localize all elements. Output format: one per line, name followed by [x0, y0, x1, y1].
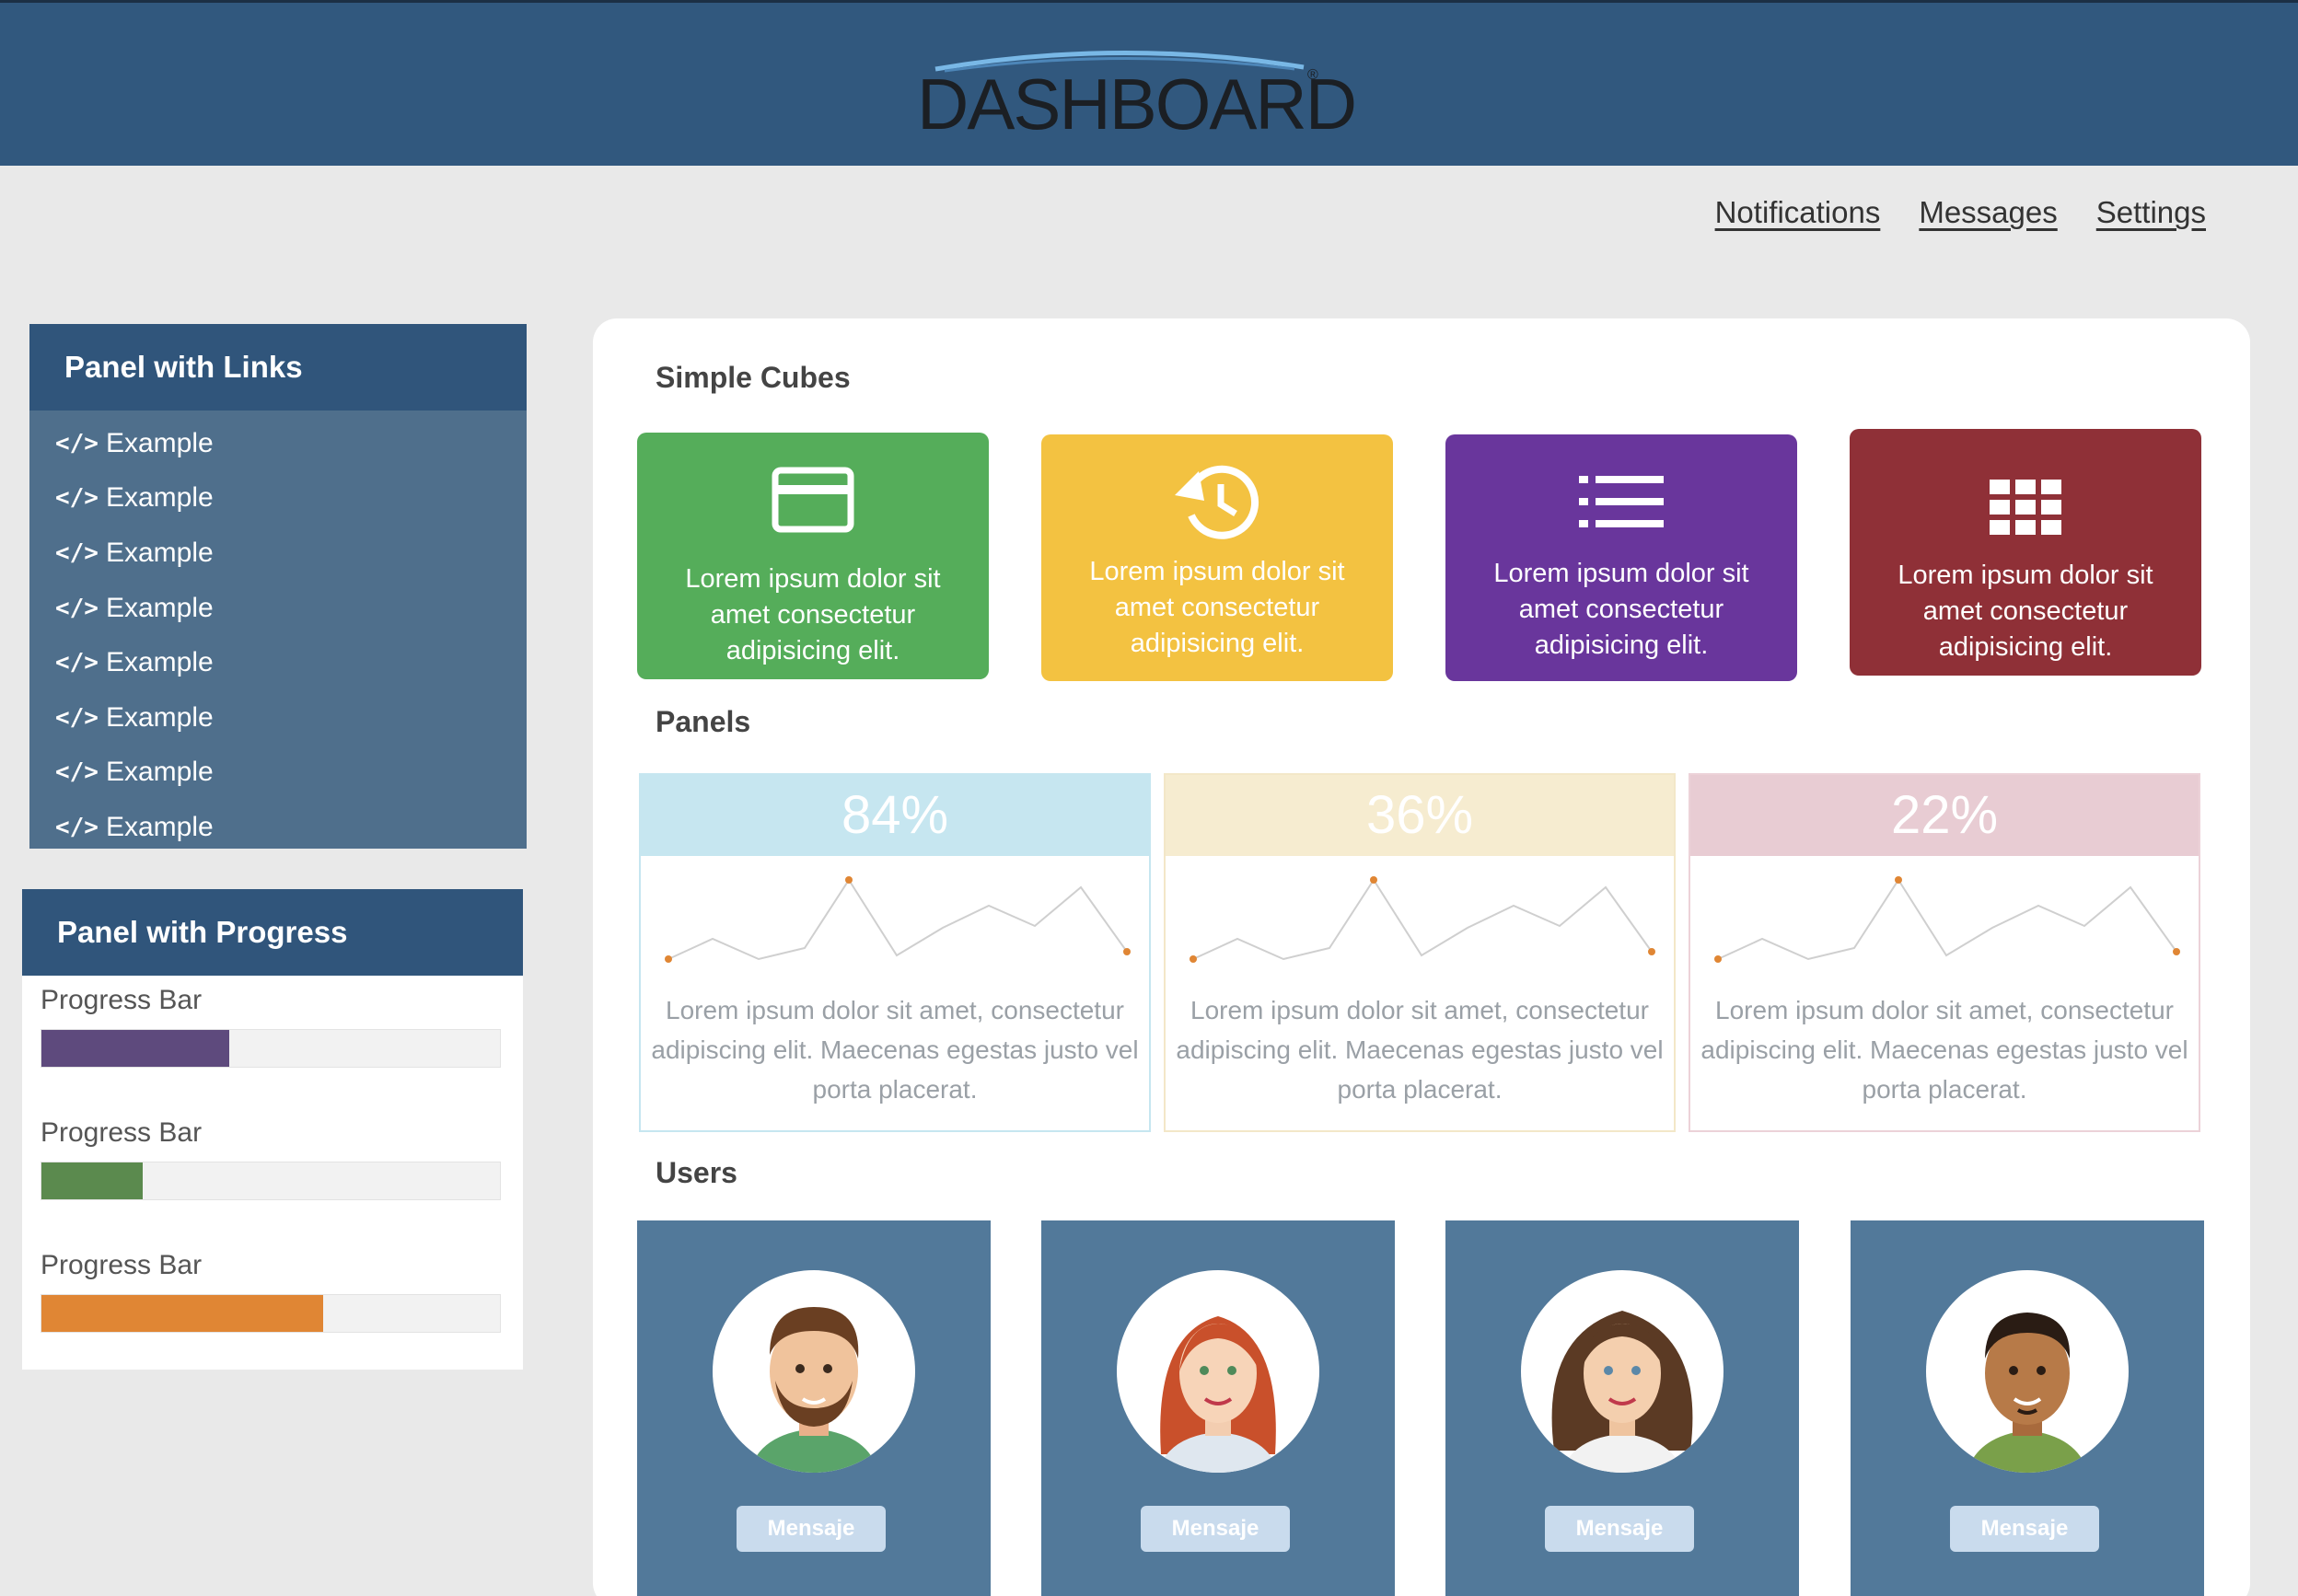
woman-redhair-avatar[interactable] — [1117, 1270, 1319, 1473]
panel-link-item[interactable]: </> Example — [29, 581, 527, 636]
cube-card[interactable]: Lorem ipsum dolor sit amet consectetur a… — [1041, 434, 1393, 681]
cube-text: Lorem ipsum dolor sit amet consectetur a… — [685, 564, 941, 665]
logo-text: DASHBOARD — [917, 64, 1357, 145]
code-icon: </> — [55, 594, 99, 622]
progress-track — [41, 1029, 501, 1068]
stat-panel-text: Lorem ipsum dolor sit amet, consectetur … — [1176, 996, 1664, 1104]
panel-link-label: Example — [105, 701, 214, 733]
progress-fill — [41, 1030, 230, 1067]
code-icon: </> — [55, 538, 99, 567]
panel-link-label: Example — [105, 482, 214, 514]
stat-panel-value: 84% — [641, 775, 1149, 856]
code-icon: </> — [55, 703, 99, 732]
stat-panel-text: Lorem ipsum dolor sit amet, consectetur … — [1700, 996, 2188, 1104]
dashboard-logo[interactable]: DASHBOARD ® — [917, 40, 1357, 141]
man-beard-avatar[interactable] — [713, 1270, 915, 1473]
stat-panel-value: 22% — [1690, 775, 2199, 856]
progress-item: Progress Bar — [22, 1108, 523, 1241]
progress-fill — [41, 1162, 143, 1199]
panel-link-label: Example — [105, 757, 214, 788]
panel-link-item[interactable]: </> Example — [29, 746, 527, 801]
sparkline-chart — [665, 876, 1131, 963]
progress-item: Progress Bar — [22, 1241, 523, 1373]
progress-label: Progress Bar — [41, 1117, 203, 1148]
woman-curly-avatar[interactable] — [1521, 1270, 1724, 1473]
panel-link-item[interactable]: </> Example — [29, 471, 527, 526]
header-bar: DASHBOARD ® — [0, 0, 2298, 166]
stat-panel: 22% Lorem ipsum dolor sit amet, consecte… — [1689, 773, 2200, 1132]
code-icon: </> — [55, 813, 99, 841]
cube-text: Lorem ipsum dolor sit amet consectetur a… — [1898, 561, 2153, 662]
stat-panel-text: Lorem ipsum dolor sit amet, consectetur … — [651, 996, 1139, 1104]
section-title-cubes: Simple Cubes — [656, 361, 851, 394]
panel-link-label: Example — [105, 811, 214, 842]
message-button[interactable]: Mensaje — [1950, 1506, 2099, 1552]
history-icon — [1041, 460, 1393, 543]
code-icon: </> — [55, 758, 99, 787]
section-title-users: Users — [656, 1156, 737, 1189]
panel-link-item[interactable]: </> Example — [29, 690, 527, 746]
credit-card-icon — [637, 458, 989, 541]
progress-label: Progress Bar — [41, 1250, 203, 1280]
man-dark-avatar[interactable] — [1926, 1270, 2129, 1473]
code-icon: </> — [55, 429, 99, 457]
progress-track — [41, 1294, 501, 1333]
cube-card[interactable]: Lorem ipsum dolor sit amet consectetur a… — [637, 433, 989, 679]
panel-link-label: Example — [105, 537, 214, 568]
user-card: Mensaje — [637, 1220, 991, 1596]
panel-with-progress: Panel with Progress Progress Bar Progres… — [22, 889, 523, 1370]
user-card: Mensaje — [1041, 1220, 1395, 1596]
progress-track — [41, 1162, 501, 1200]
panel-link-label: Example — [105, 647, 214, 678]
progress-item: Progress Bar — [22, 976, 523, 1108]
nav-settings-link[interactable]: Settings — [2096, 195, 2206, 230]
stat-panel-value: 36% — [1166, 775, 1674, 856]
panel-with-links: Panel with Links </> Example </> Example <… — [29, 324, 527, 849]
user-card: Mensaje — [1851, 1220, 2204, 1596]
code-icon: </> — [55, 649, 99, 677]
logo-registered-mark: ® — [1307, 67, 1318, 83]
panel-link-item[interactable]: </> Example — [29, 526, 527, 581]
list-icon — [1445, 460, 1797, 543]
section-title-panels: Panels — [656, 705, 751, 738]
message-button[interactable]: Mensaje — [1545, 1506, 1694, 1552]
panel-link-label: Example — [105, 592, 214, 623]
panel-link-label: Example — [105, 427, 214, 458]
user-card: Mensaje — [1445, 1220, 1799, 1596]
panel-link-item[interactable]: </> Example — [29, 416, 527, 471]
sparkline-chart — [1190, 876, 1655, 963]
nav-messages-link[interactable]: Messages — [1919, 195, 2057, 230]
nav-notifications-link[interactable]: Notifications — [1715, 195, 1881, 230]
stat-panel: 36% Lorem ipsum dolor sit amet, consecte… — [1164, 773, 1676, 1132]
cube-card[interactable]: Lorem ipsum dolor sit amet consectetur a… — [1850, 429, 2201, 676]
panel-progress-title: Panel with Progress — [22, 889, 523, 976]
panel-links-title: Panel with Links — [29, 324, 527, 411]
panel-link-item[interactable]: </> Example — [29, 800, 527, 855]
message-button[interactable]: Mensaje — [737, 1506, 886, 1552]
grid-icon — [1850, 466, 2201, 549]
stat-panel: 84% Lorem ipsum dolor sit amet, consecte… — [639, 773, 1151, 1132]
progress-fill — [41, 1295, 324, 1332]
cube-text: Lorem ipsum dolor sit amet consectetur a… — [1089, 557, 1345, 658]
link-list: </> Example </> Example </> Example </> Exam… — [29, 411, 527, 855]
cube-card[interactable]: Lorem ipsum dolor sit amet consectetur a… — [1445, 434, 1797, 681]
cube-text: Lorem ipsum dolor sit amet consectetur a… — [1493, 559, 1749, 660]
sparkline-chart — [1714, 876, 2180, 963]
progress-label: Progress Bar — [41, 985, 203, 1015]
top-nav: Notifications Messages Settings — [1715, 195, 2206, 230]
code-icon: </> — [55, 484, 99, 513]
panel-link-item[interactable]: </> Example — [29, 635, 527, 690]
message-button[interactable]: Mensaje — [1141, 1506, 1290, 1552]
main-content-card: Simple Cubes Lorem ipsum dolor sit amet … — [593, 318, 2250, 1596]
